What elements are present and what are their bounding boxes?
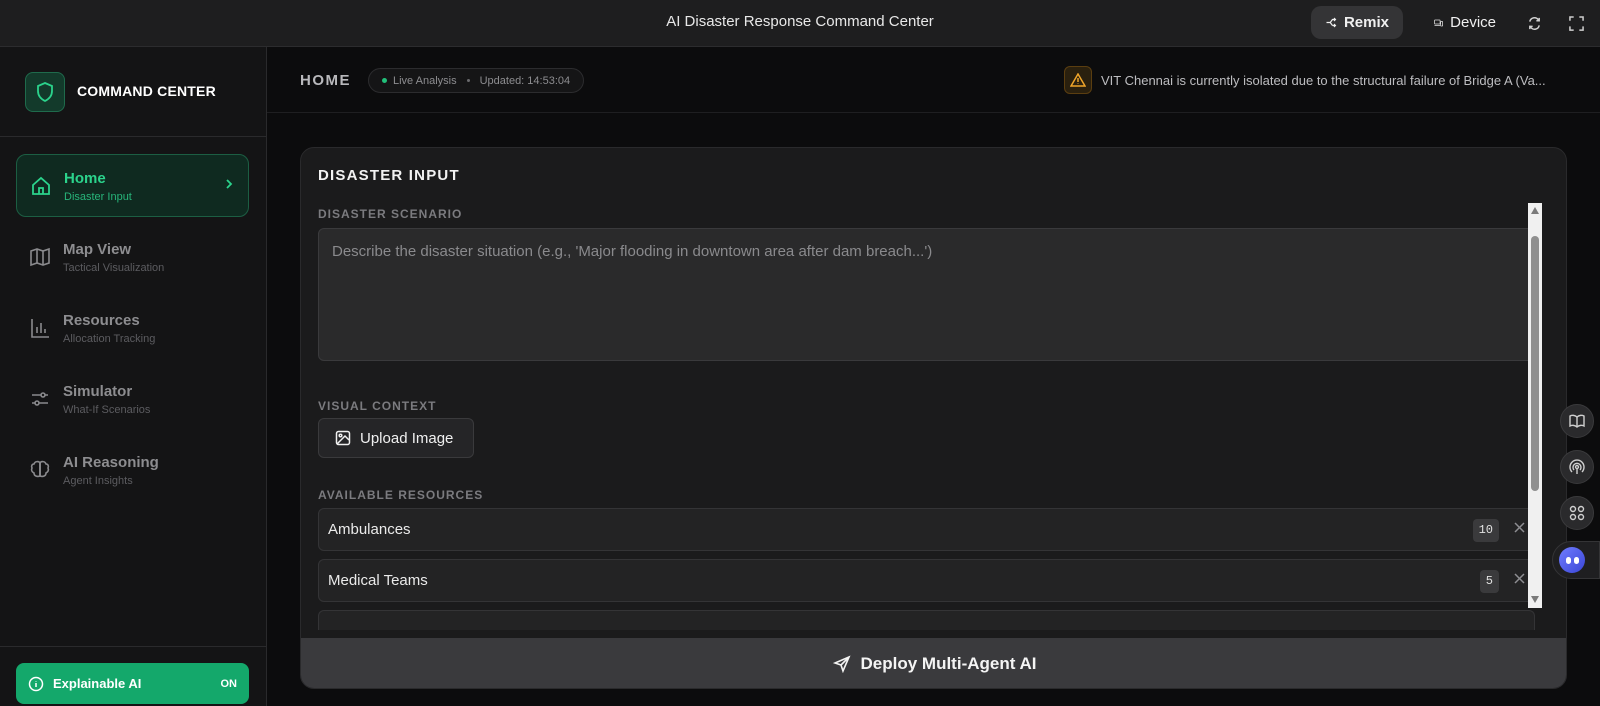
- scrollbar-thumb[interactable]: [1531, 236, 1539, 491]
- resource-row[interactable]: Ambulances 10: [318, 508, 1535, 551]
- device-button[interactable]: Device: [1420, 6, 1510, 39]
- sidebar-item-home[interactable]: Home Disaster Input: [16, 154, 249, 217]
- sidebar-item-ai-reasoning[interactable]: AI Reasoning Agent Insights: [16, 439, 249, 502]
- brain-icon: [30, 460, 50, 478]
- assistant-bot-button[interactable]: [1552, 541, 1600, 579]
- broadcast-icon[interactable]: [1560, 450, 1594, 484]
- book-icon[interactable]: [1560, 404, 1594, 438]
- home-icon: [32, 176, 50, 195]
- bot-icon: [1559, 547, 1585, 573]
- upload-image-button[interactable]: Upload Image: [318, 418, 474, 458]
- alert-text: VIT Chennai is currently isolated due to…: [1101, 72, 1546, 88]
- brand: COMMAND CENTER: [0, 47, 266, 137]
- scroll-down-icon[interactable]: [1531, 596, 1539, 603]
- scroll-up-icon[interactable]: [1531, 207, 1539, 214]
- remove-resource-icon[interactable]: [1514, 520, 1525, 536]
- resource-row[interactable]: [318, 610, 1535, 630]
- grid-apps-icon[interactable]: [1560, 496, 1594, 530]
- resource-row[interactable]: Medical Teams 5: [318, 559, 1535, 602]
- sidebar-item-map-view[interactable]: Map View Tactical Visualization: [16, 226, 249, 289]
- live-dot-icon: [382, 78, 387, 83]
- updated-timestamp: Updated: 14:53:04: [479, 74, 571, 87]
- sidebar-item-label: AI Reasoning: [63, 454, 159, 471]
- page-header: HOME Live Analysis Updated: 14:53:04 VIT…: [267, 47, 1600, 113]
- chevron-right-icon: [224, 177, 234, 193]
- sliders-icon: [32, 392, 48, 406]
- deploy-button[interactable]: Deploy Multi-Agent AI: [301, 638, 1566, 688]
- sidebar-item-sublabel: What-If Scenarios: [63, 404, 151, 416]
- explainable-ai-label: Explainable AI: [53, 676, 142, 691]
- page-title: HOME: [300, 72, 351, 89]
- resources-label: AVAILABLE RESOURCES: [318, 488, 484, 502]
- device-icon: [1434, 19, 1444, 26]
- fullscreen-icon[interactable]: [1565, 12, 1587, 34]
- bar-chart-icon: [31, 319, 49, 338]
- live-status-badge: Live Analysis Updated: 14:53:04: [368, 68, 585, 93]
- scrollbar[interactable]: [1528, 203, 1542, 608]
- sidebar-item-sublabel: Agent Insights: [63, 475, 133, 487]
- scenario-textarea[interactable]: [318, 228, 1535, 361]
- sidebar-item-label: Simulator: [63, 383, 133, 400]
- info-icon: [28, 676, 44, 691]
- sidebar-footer: Explainable AI ON: [0, 646, 266, 706]
- deploy-label: Deploy Multi-Agent AI: [860, 654, 1037, 673]
- sidebar-item-sublabel: Disaster Input: [64, 191, 132, 203]
- remove-resource-icon[interactable]: [1514, 571, 1525, 587]
- live-label: Live Analysis: [393, 74, 457, 87]
- separator-dot: [466, 79, 470, 82]
- sidebar-item-label: Map View: [63, 241, 132, 258]
- resource-name: Medical Teams: [328, 572, 428, 589]
- shield-icon: [25, 72, 65, 112]
- sidebar-item-label: Home: [64, 170, 106, 187]
- explainable-ai-toggle[interactable]: Explainable AI ON: [16, 663, 249, 704]
- remix-label: Remix: [1343, 14, 1389, 31]
- scenario-label: DISASTER SCENARIO: [318, 207, 463, 221]
- device-label: Device: [1450, 14, 1496, 31]
- resource-count[interactable]: 5: [1479, 570, 1499, 593]
- sidebar: COMMAND CENTER Home Disaster Input Map V…: [0, 47, 267, 706]
- visual-context-label: VISUAL CONTEXT: [318, 399, 437, 413]
- sidebar-item-sublabel: Tactical Visualization: [63, 262, 165, 274]
- resource-name: Ambulances: [328, 521, 411, 538]
- sidebar-item-resources[interactable]: Resources Allocation Tracking: [16, 297, 249, 360]
- brand-name: COMMAND CENTER: [77, 83, 216, 99]
- warning-icon: [1064, 66, 1092, 94]
- sidebar-item-simulator[interactable]: Simulator What-If Scenarios: [16, 368, 249, 431]
- toggle-state: ON: [220, 677, 238, 690]
- send-icon: [832, 655, 851, 673]
- map-icon: [30, 247, 50, 267]
- sidebar-item-sublabel: Allocation Tracking: [63, 333, 156, 345]
- image-icon: [335, 430, 351, 446]
- remix-icon: [1326, 17, 1337, 28]
- remix-button[interactable]: Remix: [1311, 6, 1403, 39]
- top-bar: AI Disaster Response Command Center Remi…: [0, 0, 1600, 47]
- refresh-icon[interactable]: [1523, 12, 1545, 34]
- disaster-input-card: DISASTER INPUT DISASTER SCENARIO VISUAL …: [300, 147, 1567, 689]
- sidebar-item-label: Resources: [63, 312, 140, 329]
- resource-count[interactable]: 10: [1472, 519, 1499, 542]
- card-title: DISASTER INPUT: [318, 167, 460, 184]
- upload-label: Upload Image: [360, 429, 454, 447]
- alert-banner[interactable]: VIT Chennai is currently isolated due to…: [1064, 65, 1569, 95]
